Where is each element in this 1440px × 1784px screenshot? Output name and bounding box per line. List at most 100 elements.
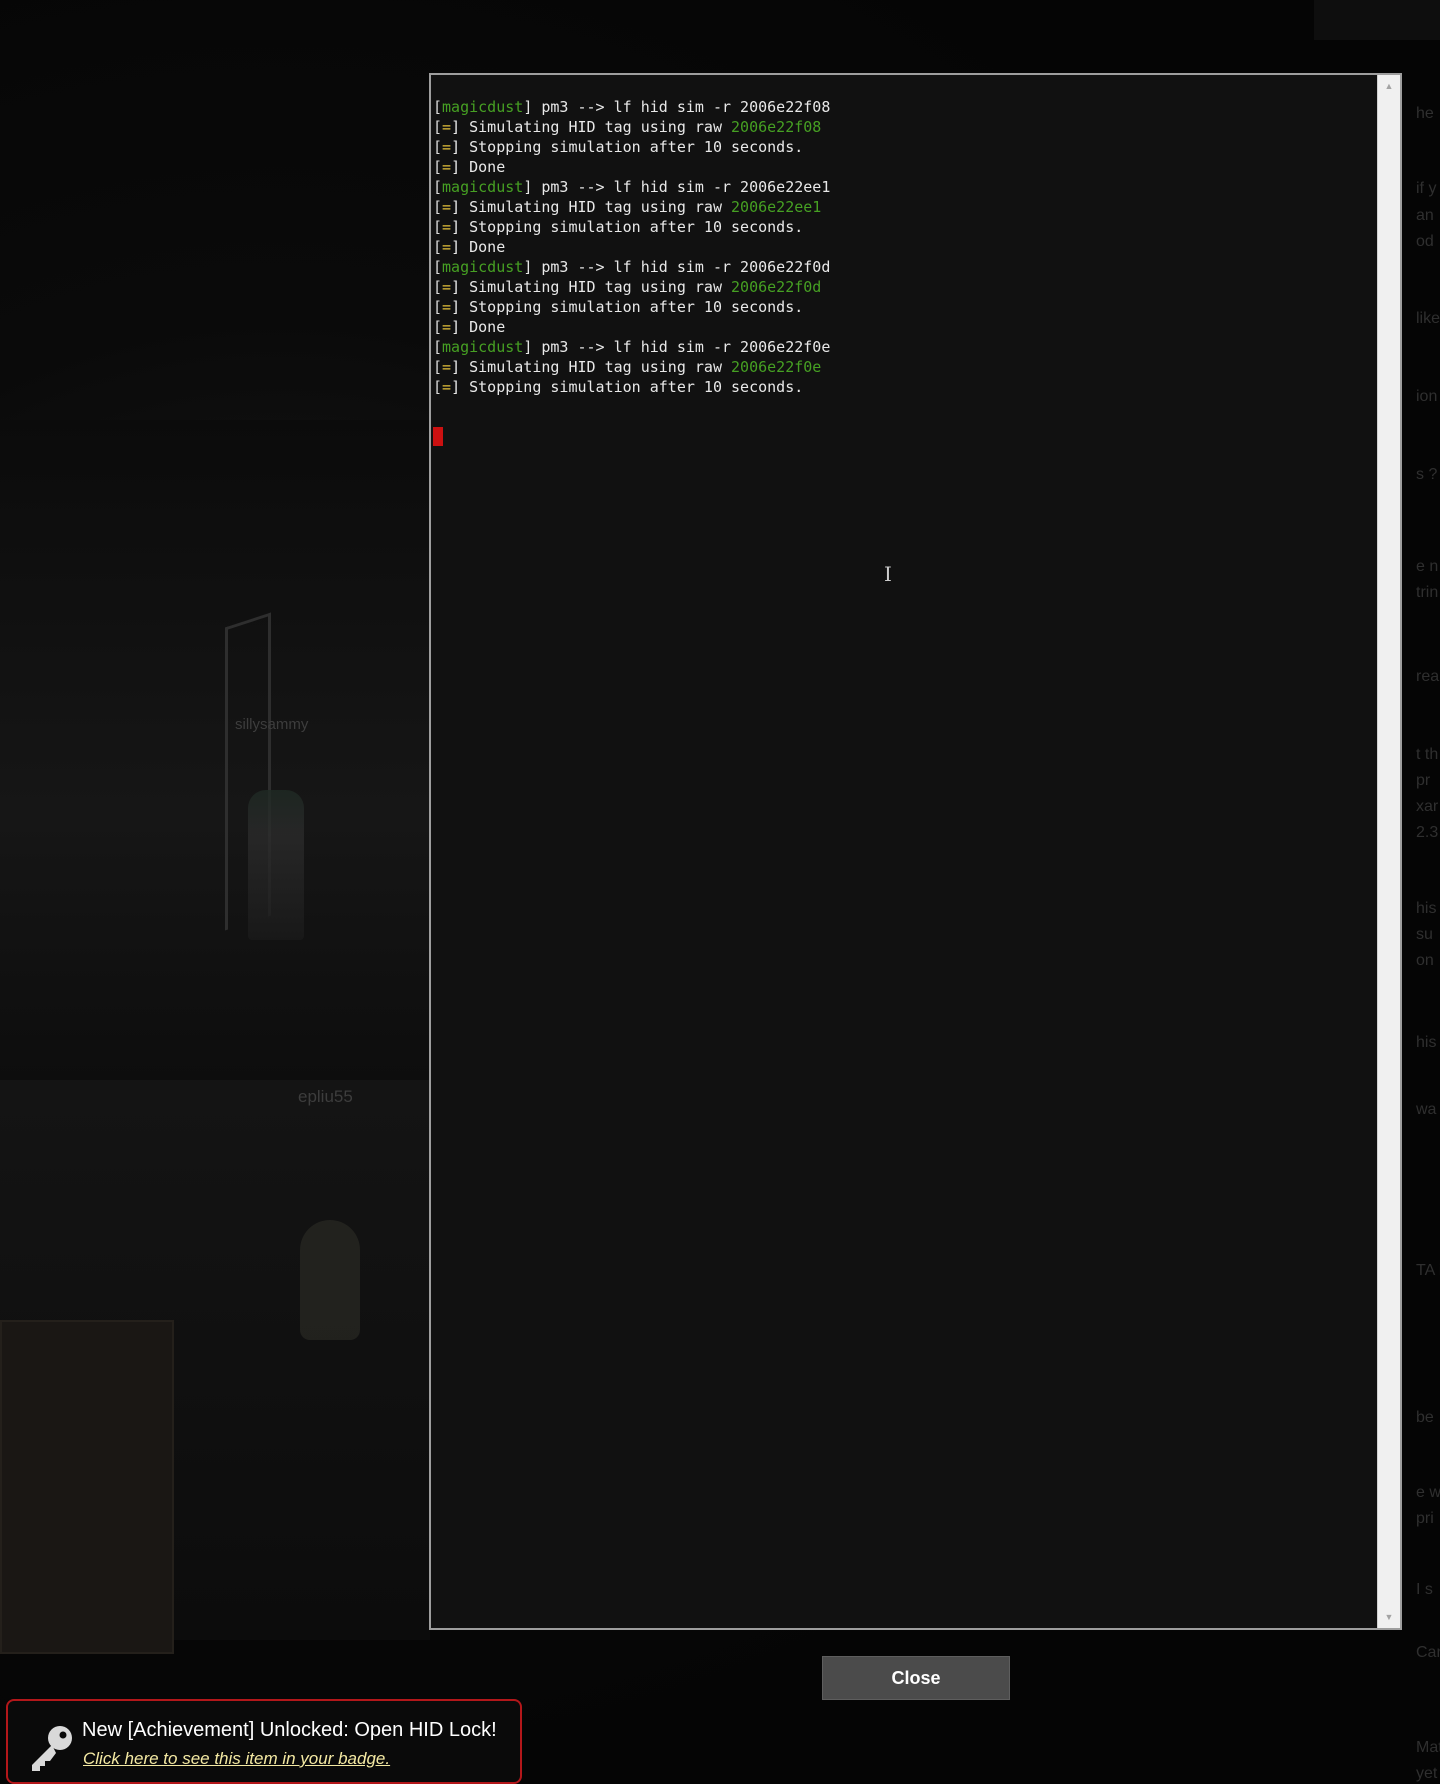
chat-message-fragment: he (1416, 105, 1434, 122)
terminal-text: magicdust (442, 338, 524, 356)
terminal-text: [ (433, 278, 443, 296)
achievement-title: New [Achievement] Unlocked: Open HID Loc… (82, 1719, 497, 1741)
terminal-text: 2006e22ee1 (731, 198, 822, 216)
terminal-text: ] pm3 --> lf hid sim -r 2006e22f0d (523, 258, 831, 276)
chat-message-fragment: trin (1416, 584, 1439, 601)
terminal-line: [=] Simulating HID tag using raw 2006e22… (433, 277, 1378, 297)
chat-message-fragment: I s (1416, 1581, 1433, 1598)
terminal-text: = (442, 318, 452, 336)
terminal-text: ] Stopping simulation after 10 seconds. (451, 218, 804, 236)
terminal-text: ] Simulating HID tag using raw (451, 198, 732, 216)
terminal-text: = (442, 298, 452, 316)
terminal-line: [magicdust] pm3 --> lf hid sim -r 2006e2… (433, 257, 1378, 277)
player-avatar (248, 790, 304, 940)
terminal-text: 2006e22f0d (731, 278, 822, 296)
scene-cabinet (0, 1320, 174, 1654)
terminal-text: = (442, 378, 452, 396)
terminal-text: = (442, 198, 452, 216)
chat-message-fragment: t th (1416, 746, 1439, 763)
terminal-text: [ (433, 358, 443, 376)
terminal-cursor (433, 427, 443, 446)
chat-message-fragment: 2.3 (1416, 824, 1439, 841)
chat-message-fragment: xar (1416, 798, 1439, 815)
terminal-line: [=] Stopping simulation after 10 seconds… (433, 137, 1378, 157)
chat-message-fragment: on (1416, 952, 1434, 969)
player-name: epliu55 (298, 1087, 353, 1106)
terminal-text: = (442, 158, 452, 176)
chat-panel-fragment: he if y an od like ion s ? e n trin rea t th pr xar 2… (1410, 70, 1440, 1784)
chat-message-fragment: yet I sti (1416, 1765, 1440, 1782)
terminal-line: [=] Simulating HID tag using raw 2006e22… (433, 117, 1378, 137)
terminal-text: = (442, 358, 452, 376)
terminal-text: [ (433, 378, 443, 396)
terminal-text: 2006e22f08 (731, 118, 822, 136)
chat-message-fragment: su (1416, 926, 1433, 943)
terminal-text: 2006e22f0e (731, 358, 822, 376)
terminal-line: [=] Done (433, 237, 1378, 257)
terminal-text: ] Stopping simulation after 10 seconds. (451, 298, 804, 316)
terminal-text: ] Done (451, 318, 506, 336)
terminal-text: ] Stopping simulation after 10 seconds. (451, 378, 804, 396)
close-button[interactable]: Close (822, 1656, 1010, 1700)
scroll-up-arrow-icon[interactable]: ▲ (1378, 77, 1400, 95)
terminal-text: [ (433, 258, 443, 276)
terminal-line: [=] Stopping simulation after 10 seconds… (433, 297, 1378, 317)
terminal-text: [ (433, 138, 443, 156)
terminal-line: [=] Stopping simulation after 10 seconds… (433, 377, 1378, 397)
terminal-text: ] pm3 --> lf hid sim -r 2006e22f0e (523, 338, 831, 356)
terminal-text: = (442, 238, 452, 256)
terminal-text: ] Simulating HID tag using raw (451, 278, 732, 296)
chat-message-fragment: like (1416, 310, 1440, 327)
player-avatar (300, 1220, 360, 1340)
chat-message-fragment: od (1416, 233, 1434, 250)
terminal-line: [=] Done (433, 157, 1378, 177)
terminal-line: [=] Simulating HID tag using raw 2006e22… (433, 197, 1378, 217)
terminal-text: [ (433, 238, 443, 256)
terminal-text: = (442, 138, 452, 156)
terminal-text: [ (433, 298, 443, 316)
terminal-text: [ (433, 218, 443, 236)
achievement-toast[interactable]: New [Achievement] Unlocked: Open HID Loc… (6, 1699, 522, 1784)
terminal-text: = (442, 218, 452, 236)
terminal-text: [ (433, 318, 443, 336)
chat-message-fragment: pr (1416, 772, 1431, 789)
chat-message-fragment: wa (1416, 1101, 1437, 1118)
terminal-text: = (442, 118, 452, 136)
terminal-text: [ (433, 158, 443, 176)
chat-message-fragment: if y (1416, 180, 1437, 197)
terminal-text: magicdust (442, 98, 524, 116)
chat-message-fragment: e n (1416, 558, 1439, 575)
chat-message-fragment: pri (1416, 1510, 1434, 1527)
chat-message-fragment: TA i (1416, 1262, 1440, 1279)
chat-message-fragment: ion (1416, 388, 1438, 405)
chat-message-fragment: Can one (1416, 1644, 1440, 1661)
terminal-line: [magicdust] pm3 --> lf hid sim -r 2006e2… (433, 97, 1378, 117)
terminal-line: [=] Done (433, 317, 1378, 337)
terminal-text: ] Simulating HID tag using raw (451, 118, 732, 136)
terminal-text: ] Done (451, 158, 506, 176)
terminal-text: ] Simulating HID tag using raw (451, 358, 732, 376)
top-right-panel (1314, 0, 1440, 40)
chat-message-fragment: his (1416, 1034, 1437, 1051)
scroll-down-arrow-icon[interactable]: ▼ (1378, 1608, 1400, 1626)
terminal-text: [ (433, 198, 443, 216)
terminal-line: [magicdust] pm3 --> lf hid sim -r 2006e2… (433, 177, 1378, 197)
terminal-output[interactable]: [magicdust] pm3 --> lf hid sim -r 2006e2… (431, 75, 1378, 1628)
terminal-text: [ (433, 338, 443, 356)
terminal-text: ] pm3 --> lf hid sim -r 2006e22ee1 (523, 178, 831, 196)
scene-wall (0, 420, 430, 1080)
chat-message-fragment: be (1416, 1409, 1434, 1426)
terminal-text: [ (433, 118, 443, 136)
terminal-text: ] Stopping simulation after 10 seconds. (451, 138, 804, 156)
terminal-line: [=] Stopping simulation after 10 seconds… (433, 217, 1378, 237)
terminal-scrollbar[interactable]: ▲ ▼ (1377, 75, 1400, 1628)
chat-message-fragment: an (1416, 207, 1434, 224)
chat-message-fragment: e w (1416, 1484, 1440, 1501)
terminal-text: [ (433, 98, 443, 116)
achievement-badge-link[interactable]: Click here to see this item in your badg… (83, 1749, 390, 1769)
terminal-text: ] pm3 --> lf hid sim -r 2006e22f08 (523, 98, 831, 116)
terminal-window: [magicdust] pm3 --> lf hid sim -r 2006e2… (429, 73, 1402, 1630)
terminal-line: [magicdust] pm3 --> lf hid sim -r 2006e2… (433, 337, 1378, 357)
key-icon (32, 1726, 72, 1771)
